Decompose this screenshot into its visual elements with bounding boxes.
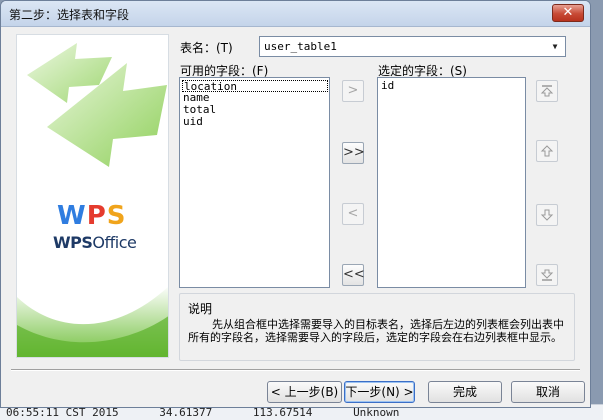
close-button[interactable]: ✕ <box>552 4 584 22</box>
selected-fields-listbox[interactable]: id <box>377 77 526 288</box>
table-name-label: 表名：(T) <box>180 41 233 55</box>
list-item[interactable]: id <box>380 80 523 92</box>
move-bottom-button[interactable] <box>536 264 558 286</box>
description-text: 先从组合框中选择需要导入的目标表名，选择后左边的列表框会列出表中所有的字段名，选… <box>188 318 564 344</box>
logo-letter-w: W <box>57 201 87 231</box>
move-top-icon <box>540 85 554 97</box>
green-arrows-graphic <box>17 43 168 357</box>
add-one-button[interactable]: > <box>342 80 364 102</box>
remove-one-button[interactable]: < <box>342 203 364 225</box>
description-title: 说明 <box>188 302 213 316</box>
previous-button[interactable]: < 上一步(B) <box>267 381 342 403</box>
move-top-button[interactable] <box>536 80 558 102</box>
cancel-button[interactable]: 取消 <box>511 381 585 403</box>
logo-office-suffix: Office <box>92 233 137 252</box>
move-down-icon <box>540 209 554 221</box>
table-name-value: user_table1 <box>264 40 337 53</box>
close-icon: ✕ <box>562 5 574 20</box>
move-up-button[interactable] <box>536 140 558 162</box>
description-box: 说明 先从组合框中选择需要导入的目标表名，选择后左边的列表框会列出表中所有的字段… <box>179 293 575 361</box>
remove-all-button[interactable]: << <box>342 264 365 286</box>
dropdown-arrow-icon[interactable]: ▼ <box>548 40 562 53</box>
wps-office-logo-text: WPSOffice <box>53 233 137 252</box>
finish-button[interactable]: 完成 <box>428 381 502 403</box>
move-bottom-icon <box>540 269 554 281</box>
dialog-title: 第二步：选择表和字段 <box>9 8 130 22</box>
title-bar[interactable]: 第二步：选择表和字段 ✕ <box>1 1 590 27</box>
list-item[interactable]: uid <box>182 116 327 128</box>
wizard-dialog: 第二步：选择表和字段 ✕ WPS WPSOffice 表名：(T) user_t… <box>0 0 591 408</box>
table-name-combobox[interactable]: user_table1 ▼ <box>259 36 566 57</box>
move-down-button[interactable] <box>536 204 558 226</box>
wps-logo-mark: WPS <box>57 201 126 231</box>
available-fields-listbox[interactable]: location name total uid <box>179 77 330 288</box>
next-button[interactable]: 下一步(N) > <box>344 381 415 403</box>
move-up-icon <box>540 145 554 157</box>
logo-letter-p: P <box>86 201 107 231</box>
logo-office-prefix: WPS <box>53 233 93 252</box>
footer-separator <box>11 369 580 371</box>
list-item[interactable]: total <box>182 104 327 116</box>
add-all-button[interactable]: >> <box>342 142 365 164</box>
wps-logo-panel: WPS WPSOffice <box>16 34 169 358</box>
logo-letter-s: S <box>106 201 127 231</box>
